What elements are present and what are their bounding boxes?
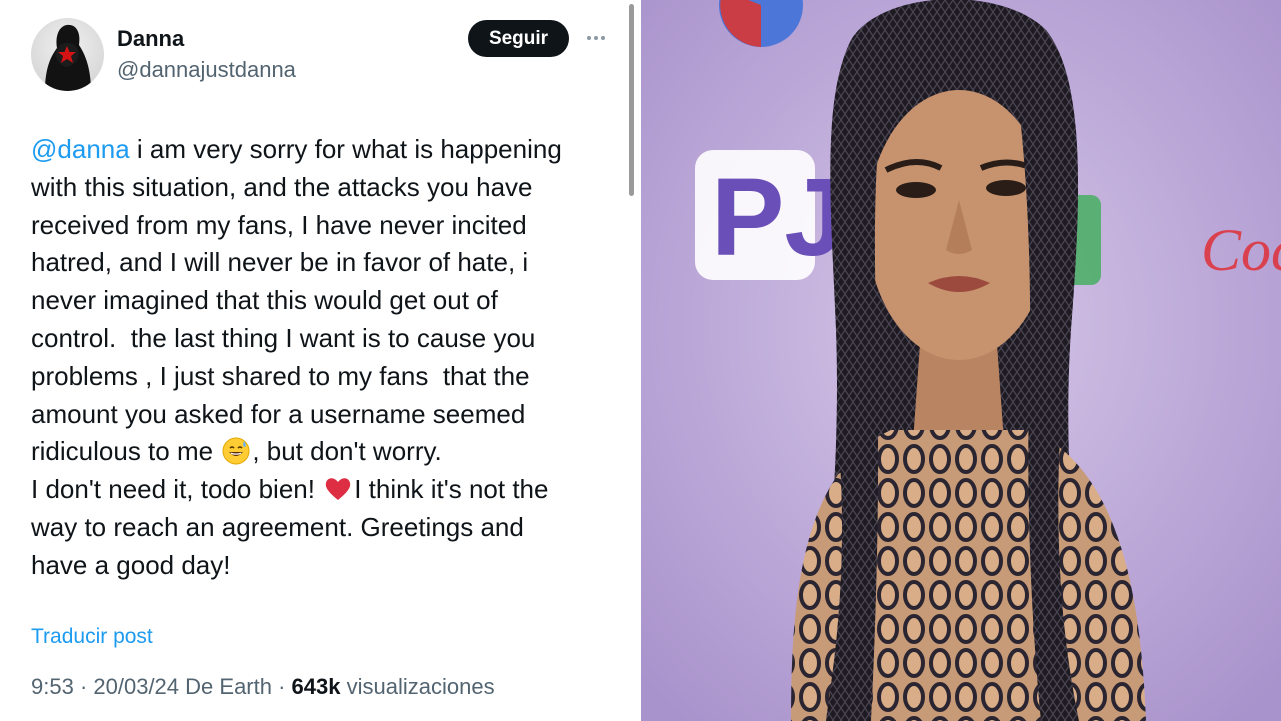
tweet-line: ridiculous to me , but don't worry. [31, 436, 442, 467]
tweet-line: have a good day! [31, 549, 231, 580]
tweet-text: @danna i am very sorry for what is happe… [31, 131, 631, 585]
tweet-line: amount you asked for a username seemed [31, 398, 526, 429]
more-horizontal-icon[interactable] [582, 26, 610, 50]
avatar[interactable] [31, 18, 104, 91]
mention-link[interactable]: @danna [31, 134, 130, 164]
tweet-line: with this situation, and the attacks you… [31, 171, 533, 202]
tweet-line: control. the last thing I want is to cau… [31, 322, 536, 353]
tweet-card: Danna @dannajustdanna Seguir @danna i am… [0, 0, 638, 721]
avatar-image [45, 24, 91, 91]
author-display-name[interactable]: Danna [117, 26, 184, 52]
portrait-photo: PJ Coca [641, 0, 1281, 721]
translate-post-link[interactable]: Traducir post [31, 625, 153, 649]
tweet-line: I don't need it, todo bien! I think it's… [31, 474, 549, 505]
red-heart-emoji [326, 478, 351, 501]
tweet-date[interactable]: 20/03/24 [93, 674, 179, 699]
tweet-line: received from my fans, I have never inci… [31, 209, 527, 240]
tweet-meta: 9:53 · 20/03/24 De Earth · 643k visualiz… [31, 674, 495, 699]
tweet-time[interactable]: 9:53 [31, 674, 74, 699]
tweet-line: @danna i am very sorry for what is happe… [31, 134, 562, 164]
scrollbar[interactable] [629, 4, 634, 196]
portrait-illustration: PJ Coca [641, 0, 1281, 721]
follow-button[interactable]: Seguir [468, 20, 569, 57]
tweet-line: way to reach an agreement. Greetings and [31, 511, 524, 542]
grinning-sweat-emoji [222, 437, 250, 465]
author-handle[interactable]: @dannajustdanna [117, 57, 296, 83]
tweet-location: De Earth [185, 674, 272, 699]
views-count: 643k [291, 674, 341, 699]
backdrop-logo: PJ [711, 156, 846, 279]
tweet-line: hatred, and I will never be in favor of … [31, 247, 529, 278]
tweet-line: never imagined that this would get out o… [31, 285, 498, 316]
views-label: visualizaciones [346, 674, 495, 699]
tweet-line: problems , I just shared to my fans that… [31, 360, 530, 391]
backdrop-brand: Coca [1201, 217, 1281, 283]
